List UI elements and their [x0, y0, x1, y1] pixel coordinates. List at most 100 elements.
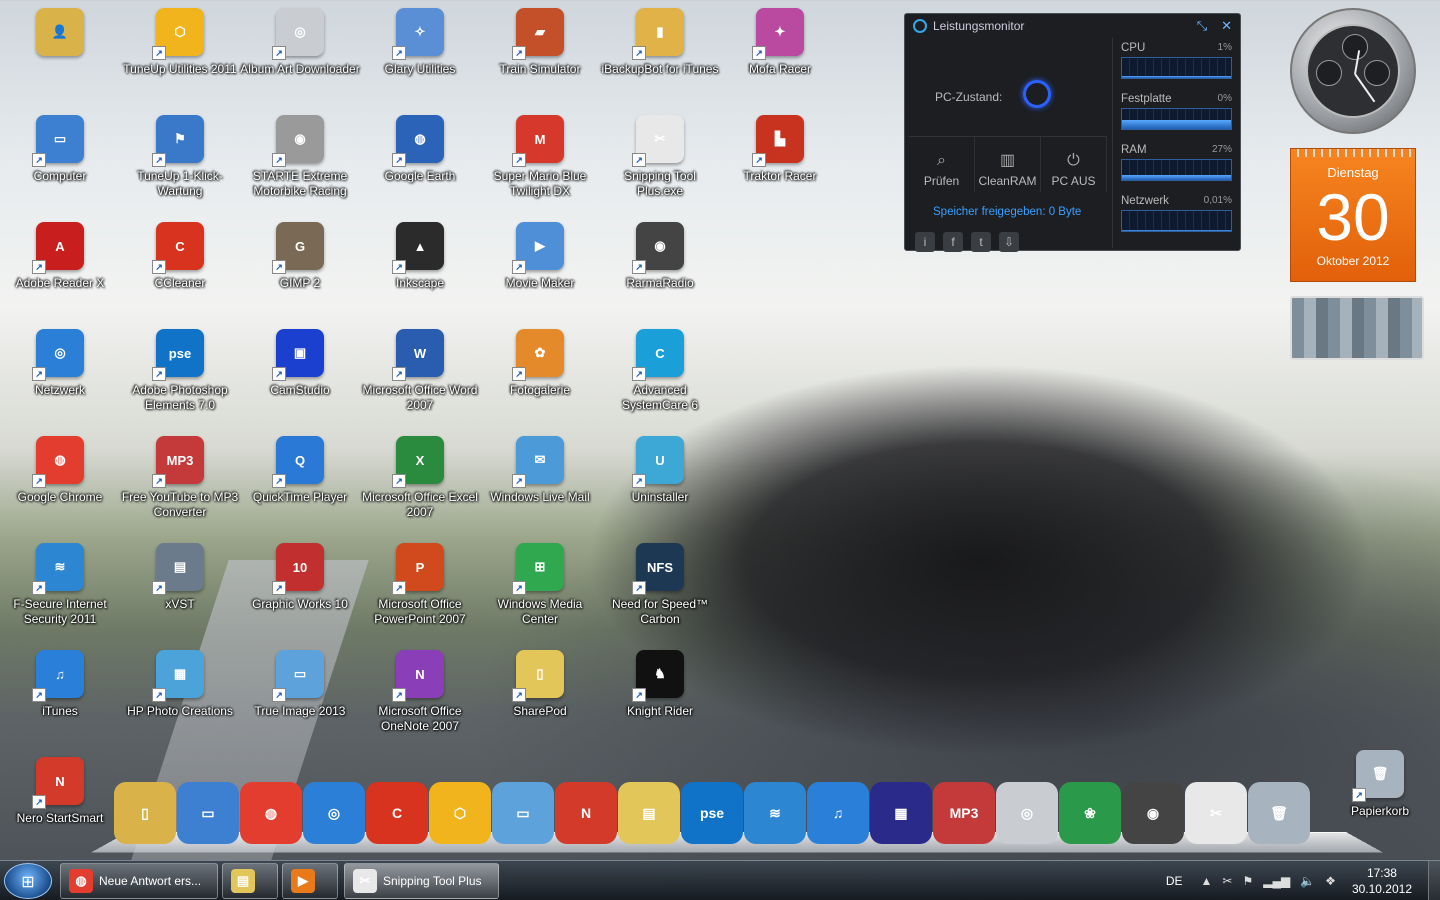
- desktop-icon[interactable]: ▦ ↗ HP Photo Creations: [120, 650, 240, 750]
- dock-item-rarmaradio[interactable]: ◉: [1122, 782, 1184, 844]
- dock-item-computer[interactable]: ▭: [177, 782, 239, 844]
- desktop-icon[interactable]: N ↗ Microsoft Office OneNote 2007: [360, 650, 480, 750]
- volume-icon[interactable]: 🔈: [1300, 874, 1315, 888]
- taskbar-task[interactable]: ▶: [282, 863, 338, 899]
- desktop-icon[interactable]: ▶ ↗ Movie Maker: [480, 222, 600, 322]
- dock-item-explorer[interactable]: ▤: [618, 782, 680, 844]
- dock-item-f-secure[interactable]: ≋: [744, 782, 806, 844]
- desktop-icon[interactable]: ✉ ↗ Windows Live Mail: [480, 436, 600, 536]
- desktop-icon[interactable]: Q ↗ QuickTime Player: [240, 436, 360, 536]
- desktop-icon[interactable]: C ↗ Advanced SystemCare 6: [600, 329, 720, 429]
- taskbar-task[interactable]: ◍ Neue Antwort ers...: [60, 863, 218, 899]
- dock-item-itunes[interactable]: ♫: [807, 782, 869, 844]
- desktop-icon[interactable]: NFS ↗ Need for Speed™ Carbon: [600, 543, 720, 643]
- show-desktop-button[interactable]: [1428, 861, 1440, 900]
- desktop-icon[interactable]: ▮ ↗ iBackupBot for iTunes: [600, 8, 720, 108]
- perf-meter-graph: [1121, 57, 1232, 79]
- desktop-icon[interactable]: pse ↗ Adobe Photoshop Elements 7.0: [120, 329, 240, 429]
- dock-item-tuneup[interactable]: ⬡: [429, 782, 491, 844]
- info-icon[interactable]: i: [915, 232, 935, 252]
- dock-item-album-art[interactable]: ◎: [996, 782, 1058, 844]
- desktop-icon[interactable]: X ↗ Microsoft Office Excel 2007: [360, 436, 480, 536]
- clock-gadget[interactable]: [1290, 8, 1416, 134]
- dock-item-snipping-tool[interactable]: ✂: [1185, 782, 1247, 844]
- desktop-icon[interactable]: ⊞ ↗ Windows Media Center: [480, 543, 600, 643]
- desktop-icon[interactable]: ◍ ↗ Google Earth: [360, 115, 480, 215]
- desktop-icon[interactable]: ◍ ↗ Google Chrome: [0, 436, 120, 536]
- dock-item-user-folder[interactable]: ▯: [114, 782, 176, 844]
- desktop-icon[interactable]: ▭ ↗ True Image 2013: [240, 650, 360, 750]
- calendar-gadget[interactable]: Dienstag 30 Oktober 2012: [1290, 148, 1416, 282]
- pc-off-button[interactable]: ⏻ PC AUS: [1041, 137, 1107, 192]
- download-icon[interactable]: ⇩: [999, 232, 1019, 252]
- desktop-icon[interactable]: ♫ ↗ iTunes: [0, 650, 120, 750]
- dock-item-msn[interactable]: ❀: [1059, 782, 1121, 844]
- desktop-icon[interactable]: ◉ ↗ RarmaRadio: [600, 222, 720, 322]
- dock-item-movie-maker[interactable]: ▦: [870, 782, 932, 844]
- desktop-icon-image: ◍ ↗: [32, 436, 84, 488]
- desktop-icon[interactable]: ◎ ↗ Album Art Downloader: [240, 8, 360, 108]
- desktop-icon[interactable]: ✂ ↗ Snipping Tool Plus.exe: [600, 115, 720, 215]
- desktop-icon[interactable]: ✦ ↗ Mofa Racer: [720, 8, 840, 108]
- icon-glyph: C: [175, 238, 185, 254]
- desktop-icon[interactable]: ▣ ↗ CamStudio: [240, 329, 360, 429]
- desktop-icon[interactable]: MP3 ↗ Free YouTube to MP3 Converter: [120, 436, 240, 536]
- desktop-icon[interactable]: ▲ ↗ Inkscape: [360, 222, 480, 322]
- dock-item-mp3-converter[interactable]: MP3: [933, 782, 995, 844]
- desktop-icon[interactable]: ◉ ↗ STARTE Extreme Motorbike Racing: [240, 115, 360, 215]
- desktop-icon[interactable]: 10 ↗ Graphic Works 10: [240, 543, 360, 643]
- action-center-flag-icon[interactable]: ⚑: [1242, 874, 1253, 888]
- cleanram-button[interactable]: ▥ CleanRAM: [975, 137, 1041, 192]
- desktop-icon[interactable]: ▭ ↗ Computer: [0, 115, 120, 215]
- icon-glyph: W: [413, 345, 427, 361]
- task-label: Neue Antwort ers...: [99, 874, 202, 888]
- desktop-icon[interactable]: 🗑 ↗ Papierkorb: [1320, 750, 1440, 850]
- dock-item-network[interactable]: ◎: [303, 782, 365, 844]
- dock-item-recycle-bin[interactable]: 🗑: [1248, 782, 1310, 844]
- desktop-icon[interactable]: P ↗ Microsoft Office PowerPoint 2007: [360, 543, 480, 643]
- desktop-icon[interactable]: M ↗ Super Mario Blue Twilight DX: [480, 115, 600, 215]
- desktop-icon[interactable]: G ↗ GIMP 2: [240, 222, 360, 322]
- language-indicator[interactable]: DE: [1166, 874, 1183, 888]
- dock-item-photoshop-elements[interactable]: pse: [681, 782, 743, 844]
- taskbar-task[interactable]: ✂ Snipping Tool Plus: [344, 863, 499, 899]
- dock-item-nero[interactable]: N: [555, 782, 617, 844]
- taskbar-clock[interactable]: 17:38 30.10.2012: [1352, 865, 1412, 897]
- shortcut-arrow-icon: ↗: [392, 46, 406, 60]
- desktop-icon[interactable]: ✿ ↗ Fotogalerie: [480, 329, 600, 429]
- desktop-icon[interactable]: C ↗ CCleaner: [120, 222, 240, 322]
- network-signal-icon[interactable]: ▂▄▆: [1263, 874, 1290, 888]
- close-icon[interactable]: ✕: [1221, 18, 1232, 34]
- dock-item-true-image[interactable]: ▭: [492, 782, 554, 844]
- check-button[interactable]: ⌕ Prüfen: [909, 137, 975, 192]
- desktop-icon[interactable]: ⚑ ↗ TuneUp 1-Klick-Wartung: [120, 115, 240, 215]
- dock-item-chrome[interactable]: ◍: [240, 782, 302, 844]
- desktop-icon[interactable]: ⬡ ↗ TuneUp Utilities 2011: [120, 8, 240, 108]
- desktop-icon[interactable]: ▤ ↗ xVST: [120, 543, 240, 643]
- icon-glyph: ▲: [413, 238, 427, 254]
- desktop-icon[interactable]: A ↗ Adobe Reader X: [0, 222, 120, 322]
- desktop-icon[interactable]: ▯ ↗ SharePod: [480, 650, 600, 750]
- desktop-icon[interactable]: W ↗ Microsoft Office Word 2007: [360, 329, 480, 429]
- desktop-icon[interactable]: ◎ ↗ Netzwerk: [0, 329, 120, 429]
- desktop-icon-image: ▭ ↗: [32, 115, 84, 167]
- dropbox-icon[interactable]: ❖: [1325, 874, 1336, 888]
- tray-expand-icon[interactable]: ▲: [1201, 874, 1213, 888]
- facebook-icon[interactable]: f: [943, 232, 963, 252]
- dock-item-ccleaner[interactable]: C: [366, 782, 428, 844]
- desktop-icon[interactable]: ✧ ↗ Glary Utilities: [360, 8, 480, 108]
- minimize-icon[interactable]: ⤡: [1197, 18, 1207, 34]
- icon-glyph: ✉: [534, 452, 546, 467]
- start-button[interactable]: ⊞: [4, 863, 52, 899]
- desktop-icon[interactable]: ▙ ↗ Traktor Racer: [720, 115, 840, 215]
- desktop-icon[interactable]: ≋ ↗ F-Secure Internet Security 2011: [0, 543, 120, 643]
- desktop-icon[interactable]: ♞ ↗ Knight Rider: [600, 650, 720, 750]
- desktop-icon[interactable]: N ↗ Nero StartSmart: [0, 757, 120, 857]
- tray-app-icon[interactable]: ✂: [1222, 874, 1232, 888]
- desktop-icon[interactable]: ▰ ↗ Train Simulator: [480, 8, 600, 108]
- desktop-icon[interactable]: U ↗ Uninstaller: [600, 436, 720, 536]
- taskbar-task[interactable]: ▤: [222, 863, 278, 899]
- twitter-icon[interactable]: t: [971, 232, 991, 252]
- desktop-icon[interactable]: 👤: [0, 8, 120, 108]
- slideshow-gadget[interactable]: [1290, 296, 1424, 360]
